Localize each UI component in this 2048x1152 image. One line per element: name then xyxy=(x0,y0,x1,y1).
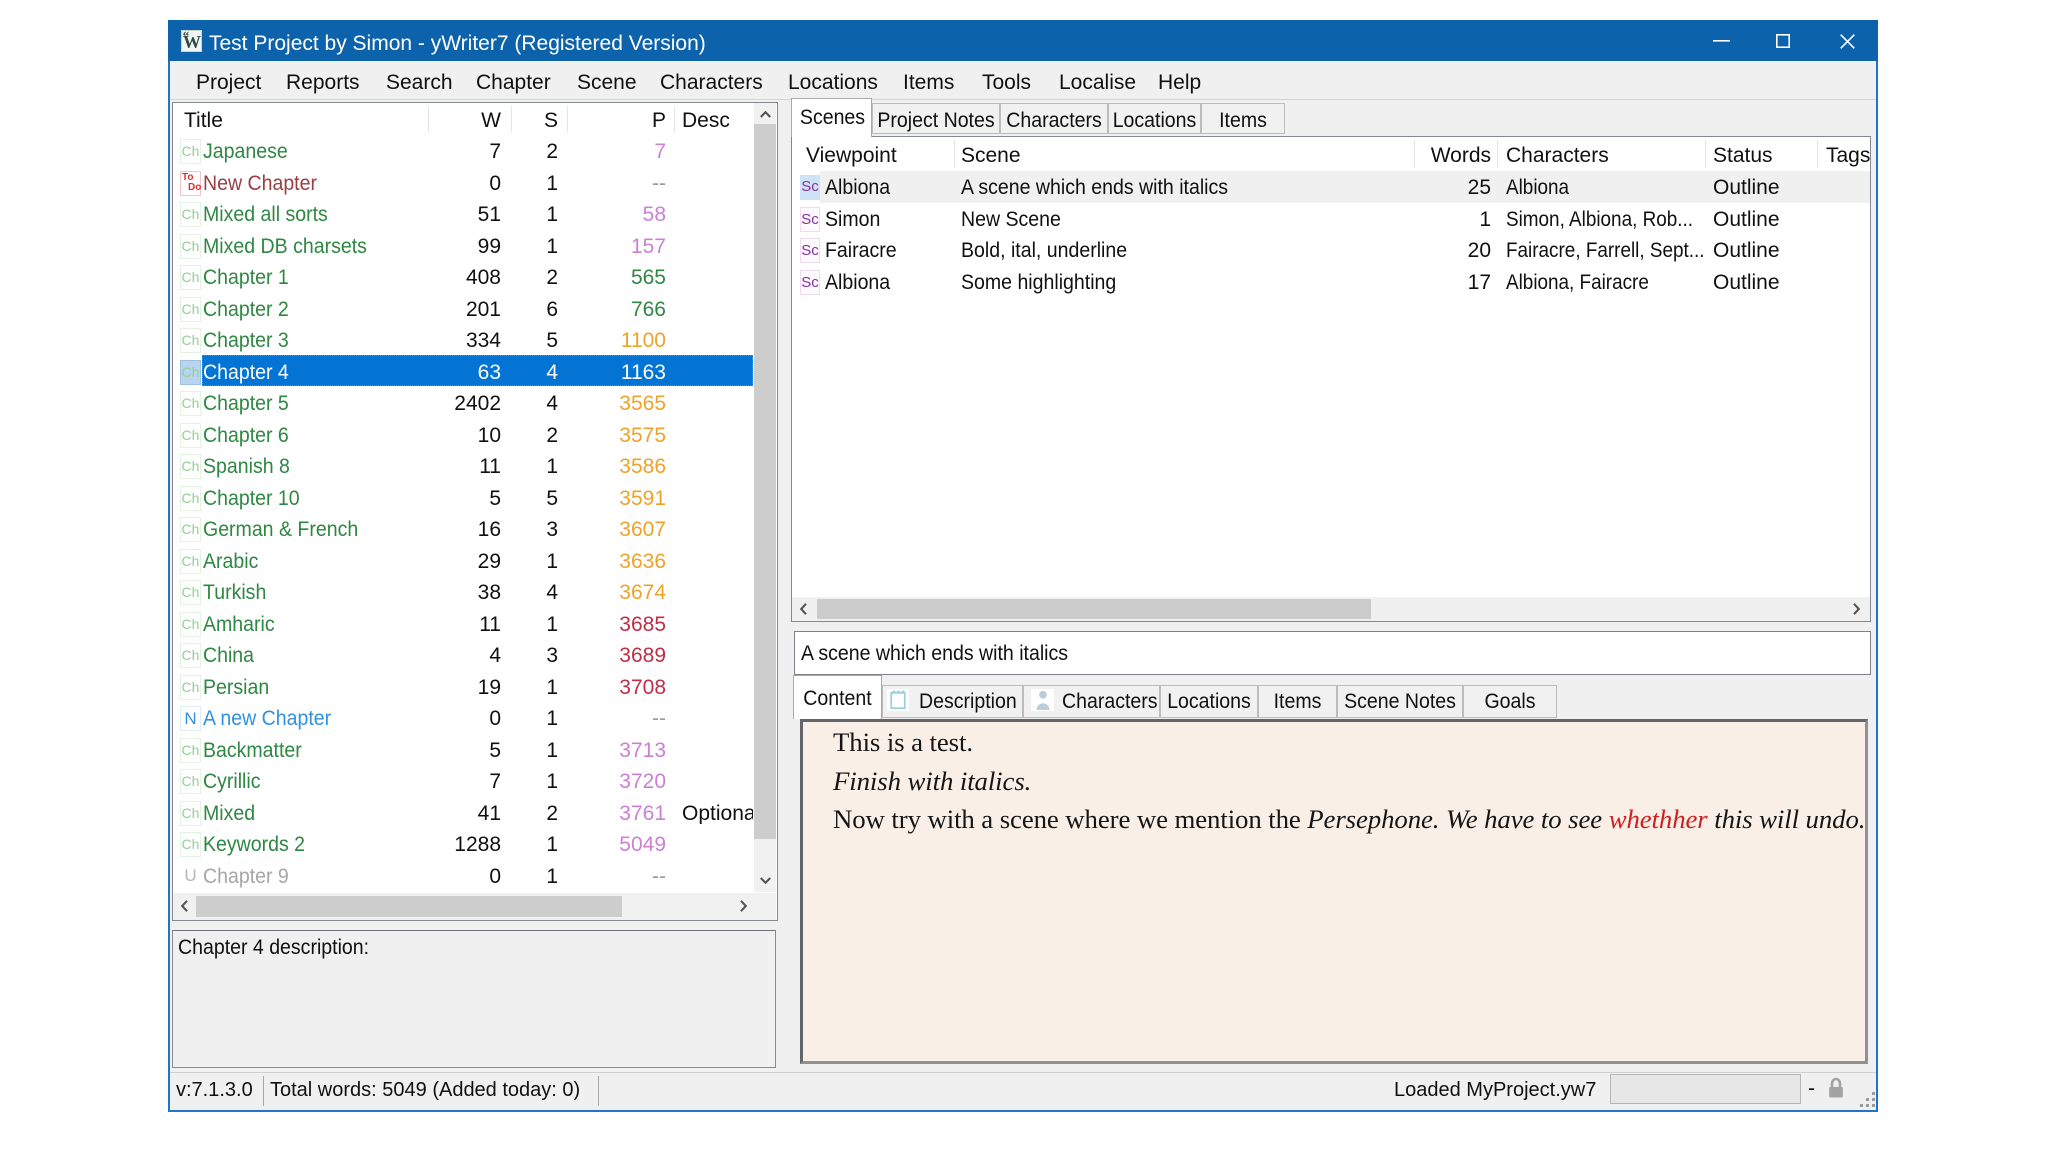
svg-text:“: “ xyxy=(183,30,190,43)
